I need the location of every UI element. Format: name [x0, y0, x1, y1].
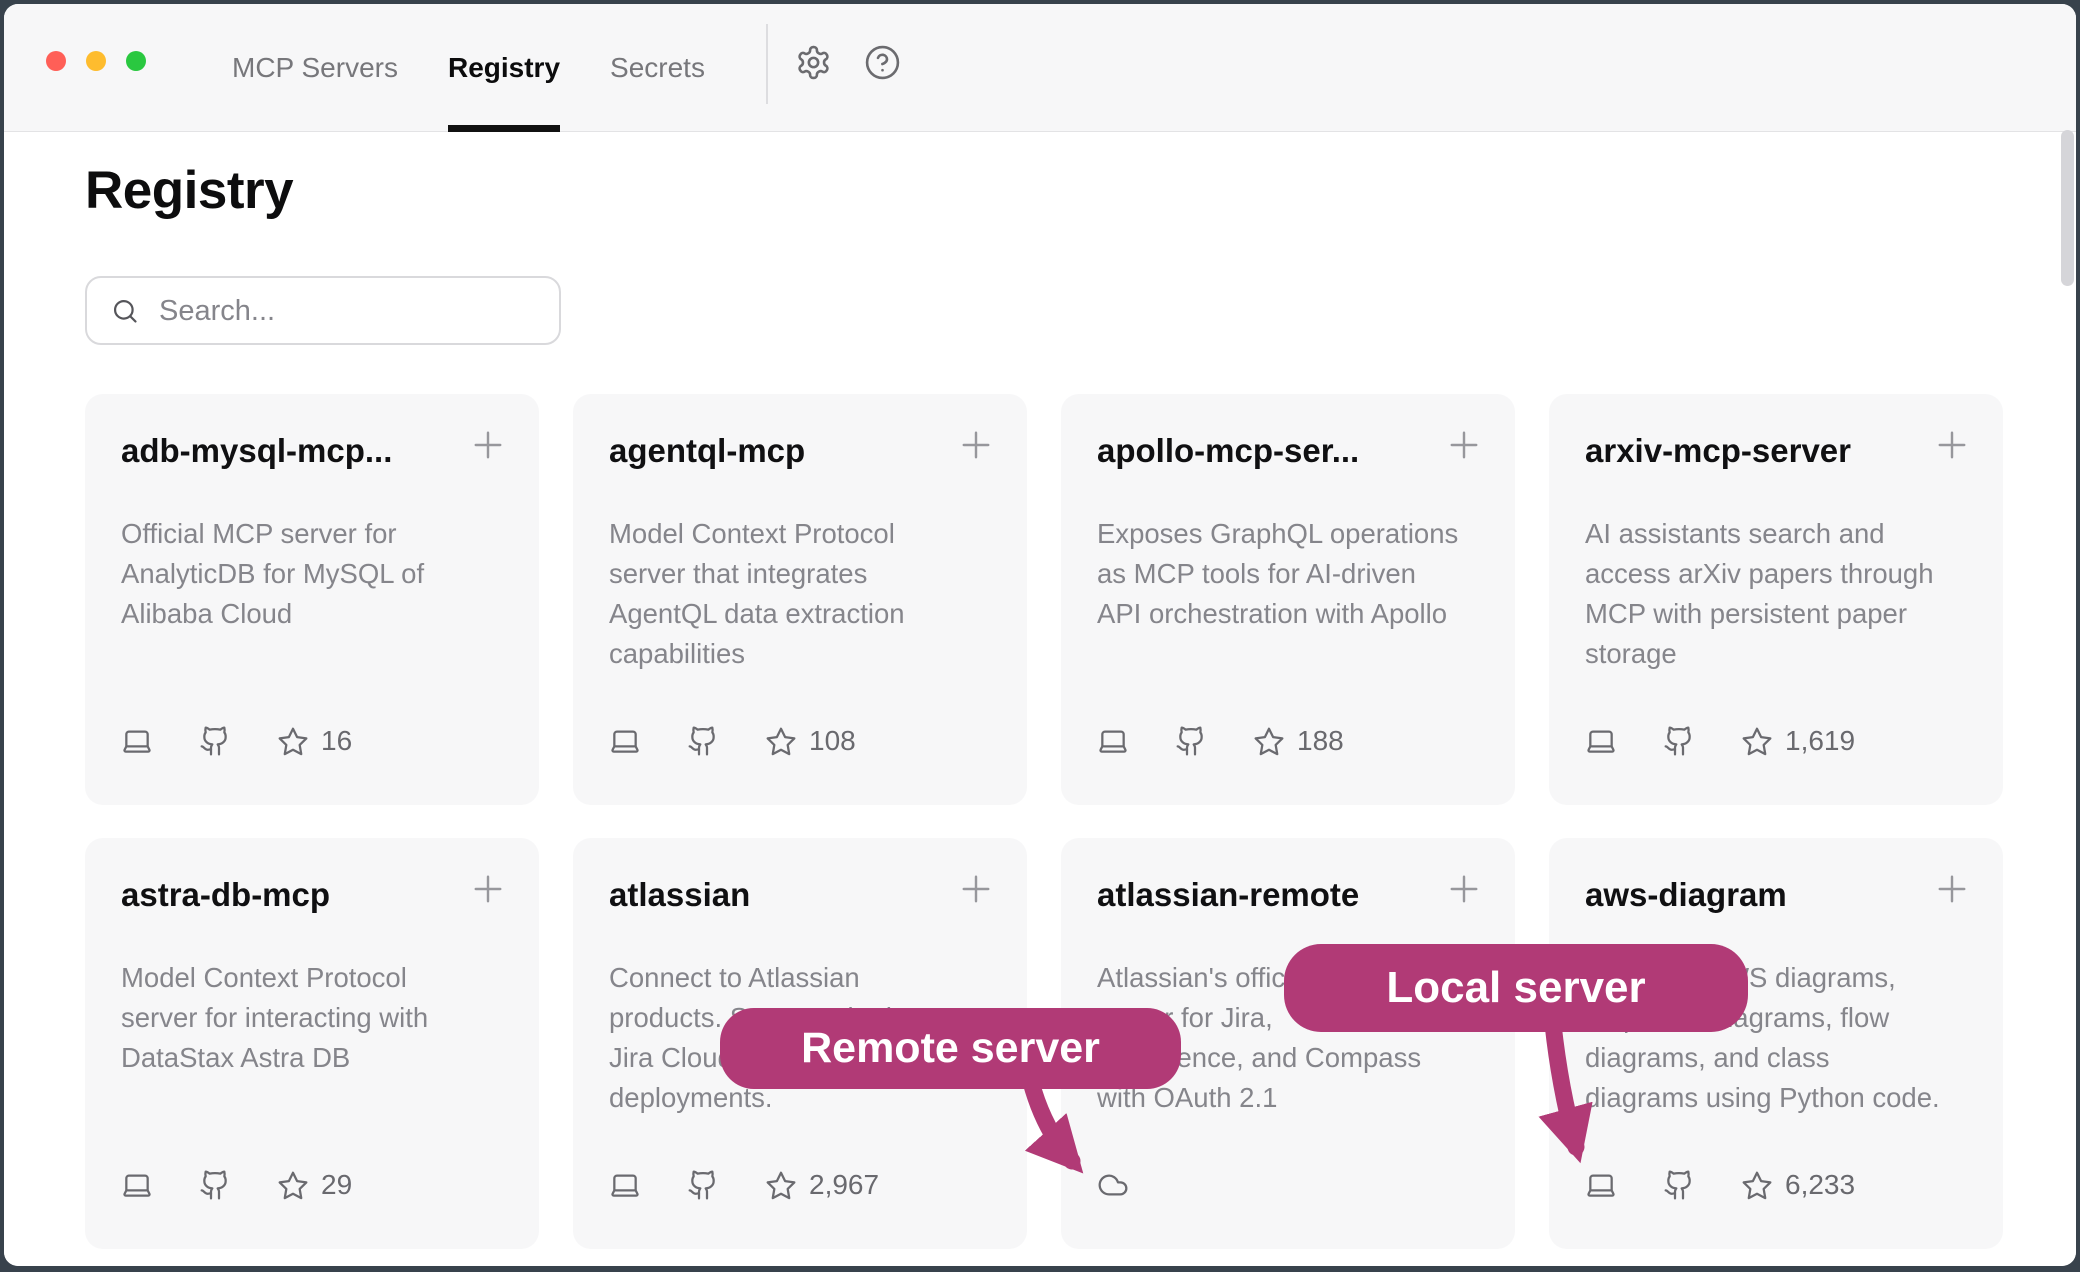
server-card[interactable]: adb-mysql-mcp... Official MCP server for… [85, 394, 539, 805]
tab-bar: MCP Servers Registry Secrets [232, 4, 705, 132]
server-name: apollo-mcp-ser... [1097, 432, 1447, 470]
minimize-button[interactable] [86, 51, 106, 71]
server-name: astra-db-mcp [121, 876, 471, 914]
local-server-callout-label: Local server [1386, 963, 1645, 1013]
server-name: aws-diagram [1585, 876, 1935, 914]
tab-registry[interactable]: Registry [448, 4, 560, 132]
add-server-button[interactable] [955, 868, 997, 910]
star-count: 6,233 [1785, 1169, 1855, 1201]
remote-server-callout: Remote server [720, 1008, 1181, 1089]
cloud-icon [1097, 1169, 1129, 1201]
close-button[interactable] [46, 51, 66, 71]
server-name: arxiv-mcp-server [1585, 432, 1935, 470]
search-icon [111, 297, 139, 325]
add-server-button[interactable] [955, 424, 997, 466]
server-name: atlassian [609, 876, 959, 914]
registry-page: Registry adb-mysql-mcp... Official MCP s… [4, 132, 2076, 1266]
search-box [85, 276, 561, 345]
tab-secrets[interactable]: Secrets [610, 4, 705, 132]
server-description: Official MCP server for AnalyticDB for M… [121, 514, 503, 634]
github-icon[interactable] [1663, 725, 1695, 757]
search-input[interactable] [157, 278, 541, 345]
star-icon [1741, 725, 1773, 757]
add-server-button[interactable] [1931, 424, 1973, 466]
laptop-icon [1097, 725, 1129, 757]
server-card[interactable]: apollo-mcp-ser... Exposes GraphQL operat… [1061, 394, 1515, 805]
star-count: 2,967 [809, 1169, 879, 1201]
star-icon [1741, 1169, 1773, 1201]
server-name: agentql-mcp [609, 432, 959, 470]
local-server-callout: Local server [1284, 944, 1748, 1032]
local-footer: 188 [1097, 725, 1344, 757]
star-count: 29 [321, 1169, 352, 1201]
local-footer: 6,233 [1585, 1169, 1855, 1201]
server-name: adb-mysql-mcp... [121, 432, 471, 470]
github-icon[interactable] [199, 1169, 231, 1201]
local-footer: 1,619 [1585, 725, 1855, 757]
server-description: AI assistants search and access arXiv pa… [1585, 514, 1967, 674]
local-footer: 108 [609, 725, 856, 757]
laptop-icon [1585, 725, 1617, 757]
zoom-button[interactable] [126, 51, 146, 71]
laptop-icon [609, 725, 641, 757]
github-icon[interactable] [199, 725, 231, 757]
server-description: Model Context Protocol server for intera… [121, 958, 503, 1078]
app-window: MCP Servers Registry Secrets Regist [4, 4, 2076, 1266]
local-footer: 2,967 [609, 1169, 879, 1201]
add-server-button[interactable] [1931, 868, 1973, 910]
server-card[interactable]: astra-db-mcp Model Context Protocol serv… [85, 838, 539, 1249]
server-name: atlassian-remote [1097, 876, 1447, 914]
server-card[interactable]: aws-diagram Generate AWS diagrams, seque… [1549, 838, 2003, 1249]
server-description: Exposes GraphQL operations as MCP tools … [1097, 514, 1479, 634]
settings-gear-icon[interactable] [795, 44, 832, 86]
star-icon [277, 725, 309, 757]
server-card-grid: adb-mysql-mcp... Official MCP server for… [85, 394, 2076, 1249]
laptop-icon [121, 1169, 153, 1201]
remote-server-callout-label: Remote server [801, 1024, 1100, 1073]
local-footer: 16 [121, 725, 352, 757]
laptop-icon [121, 725, 153, 757]
laptop-icon [609, 1169, 641, 1201]
local-footer: 29 [121, 1169, 352, 1201]
star-icon [765, 725, 797, 757]
star-count: 1,619 [1785, 725, 1855, 757]
star-count: 108 [809, 725, 856, 757]
github-icon[interactable] [1663, 1169, 1695, 1201]
help-icon[interactable] [864, 44, 901, 86]
star-icon [765, 1169, 797, 1201]
scrollbar-thumb[interactable] [2061, 130, 2074, 286]
tab-mcp-servers[interactable]: MCP Servers [232, 4, 398, 132]
traffic-lights [46, 51, 146, 71]
add-server-button[interactable] [1443, 424, 1485, 466]
toolbar-divider [766, 24, 768, 104]
titlebar: MCP Servers Registry Secrets [4, 4, 2076, 132]
page-title: Registry [85, 160, 2076, 222]
laptop-icon [1585, 1169, 1617, 1201]
github-icon[interactable] [687, 1169, 719, 1201]
add-server-button[interactable] [1443, 868, 1485, 910]
star-count: 16 [321, 725, 352, 757]
server-description: Model Context Protocol server that integ… [609, 514, 991, 674]
remote-footer [1097, 1169, 1129, 1201]
add-server-button[interactable] [467, 424, 509, 466]
server-card[interactable]: arxiv-mcp-server AI assistants search an… [1549, 394, 2003, 805]
github-icon[interactable] [687, 725, 719, 757]
star-count: 188 [1297, 725, 1344, 757]
add-server-button[interactable] [467, 868, 509, 910]
star-icon [277, 1169, 309, 1201]
github-icon[interactable] [1175, 725, 1207, 757]
server-card[interactable]: agentql-mcp Model Context Protocol serve… [573, 394, 1027, 805]
star-icon [1253, 725, 1285, 757]
